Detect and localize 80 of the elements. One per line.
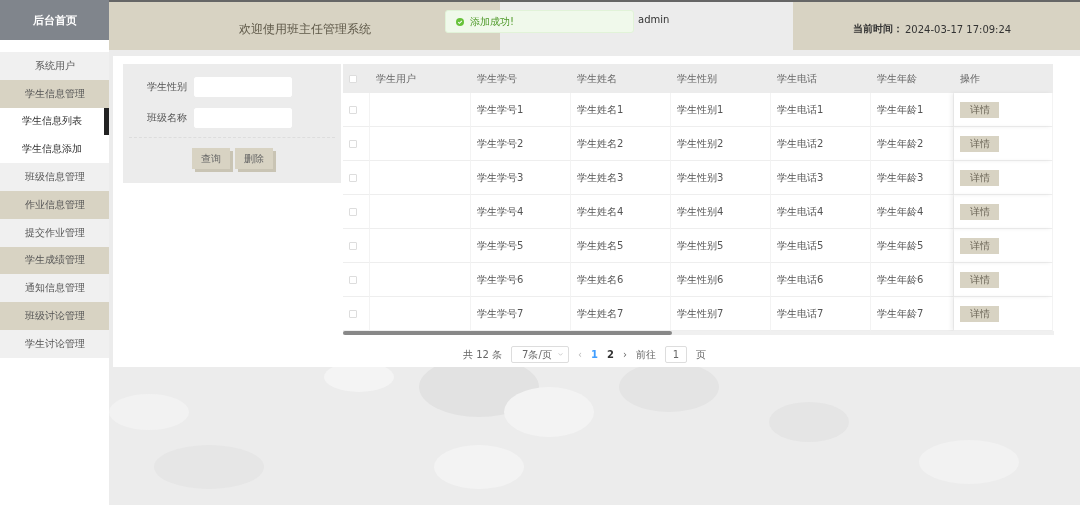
- checkbox[interactable]: [349, 74, 357, 83]
- table-cell: 学生学号5: [471, 229, 571, 263]
- total-count: 共 12 条: [463, 347, 503, 362]
- table-cell: 学生姓名3: [571, 161, 671, 195]
- column-header: 学生年龄: [871, 64, 954, 93]
- menu-item[interactable]: 提交作业管理: [0, 218, 109, 247]
- table-cell: 学生电话6: [771, 263, 871, 297]
- checkbox[interactable]: [349, 139, 357, 148]
- column-header: 学生姓名: [571, 64, 671, 93]
- table-cell: 学生性别3: [671, 161, 771, 195]
- checkbox[interactable]: [349, 105, 357, 114]
- page-suffix: 页: [696, 347, 707, 362]
- checkbox[interactable]: [349, 241, 357, 250]
- detail-button[interactable]: 详情: [960, 169, 999, 186]
- detail-button[interactable]: 详情: [960, 203, 999, 220]
- table-cell: 学生性别1: [671, 93, 771, 127]
- goto-label: 前往: [636, 347, 657, 362]
- table-cell: 学生年龄2: [871, 127, 954, 161]
- checkbox[interactable]: [349, 207, 357, 216]
- table-cell: 学生姓名2: [571, 127, 671, 161]
- column-header: 学生用户: [370, 64, 471, 93]
- table-cell: 学生学号4: [471, 195, 571, 229]
- table-cell: 学生性别5: [671, 229, 771, 263]
- column-header: 学生性别: [671, 64, 771, 93]
- page-number[interactable]: 1: [591, 349, 599, 360]
- detail-button[interactable]: 详情: [960, 237, 999, 254]
- table-cell: 学生性别4: [671, 195, 771, 229]
- table-cell: 学生性别2: [671, 127, 771, 161]
- table-cell: 学生姓名5: [571, 229, 671, 263]
- checkbox[interactable]: [349, 173, 357, 182]
- toast-message: 添加成功!: [470, 14, 514, 29]
- sidebar-title[interactable]: 后台首页: [0, 0, 109, 40]
- next-page-button[interactable]: ›: [623, 349, 628, 360]
- table-cell: 学生电话4: [771, 195, 871, 229]
- menu-item[interactable]: 班级讨论管理: [0, 302, 109, 330]
- table-cell: 学生学号6: [471, 263, 571, 297]
- delete-button[interactable]: 删除: [234, 148, 273, 169]
- username[interactable]: admin: [638, 14, 670, 25]
- column-header: 学生电话: [771, 64, 871, 93]
- table-cell: 学生性别6: [671, 263, 771, 297]
- menu-item[interactable]: 学生信息管理: [0, 79, 109, 108]
- table-cell: 学生学号1: [471, 93, 571, 127]
- search-button[interactable]: 查询: [191, 148, 230, 169]
- column-header: 操作: [954, 64, 1053, 93]
- table-cell: 学生年龄3: [871, 161, 954, 195]
- table-cell: 学生电话5: [771, 229, 871, 263]
- menu-item[interactable]: 通知信息管理: [0, 274, 109, 303]
- time-label: 当前时间：: [853, 22, 903, 36]
- table-cell: 学生年龄6: [871, 263, 954, 297]
- menu-item[interactable]: 学生讨论管理: [0, 329, 109, 358]
- table-cell: 学生电话1: [771, 93, 871, 127]
- table-cell: 学生学号3: [471, 161, 571, 195]
- table-cell: 学生姓名6: [571, 263, 671, 297]
- field-label: 班级名称: [146, 110, 187, 125]
- menu-item[interactable]: 学生成绩管理: [0, 246, 109, 275]
- table-cell: 学生电话3: [771, 161, 871, 195]
- table-cell: 学生电话2: [771, 127, 871, 161]
- menu-item[interactable]: 班级信息管理: [0, 163, 109, 191]
- scrollbar-thumb[interactable]: [343, 331, 672, 335]
- menu-item[interactable]: 作业信息管理: [0, 191, 109, 219]
- column-header: 学生学号: [471, 64, 571, 93]
- current-time: 2024-03-17 17:09:24: [905, 23, 1012, 35]
- page-size-select[interactable]: 7条/页: [511, 346, 570, 363]
- detail-button[interactable]: 详情: [960, 101, 999, 118]
- table-cell: 学生年龄1: [871, 93, 954, 127]
- detail-button[interactable]: 详情: [960, 271, 999, 288]
- checkbox[interactable]: [349, 275, 357, 284]
- detail-button[interactable]: 详情: [960, 305, 999, 322]
- detail-button[interactable]: 详情: [960, 135, 999, 152]
- table-cell: 学生年龄5: [871, 229, 954, 263]
- page-number[interactable]: 2: [607, 349, 615, 360]
- table-cell: 学生姓名4: [571, 195, 671, 229]
- table-cell: 学生学号2: [471, 127, 571, 161]
- menu-item[interactable]: 系统用户: [0, 52, 109, 80]
- table-cell: 学生年龄4: [871, 195, 954, 229]
- check-circle-icon: [456, 17, 464, 26]
- checkbox[interactable]: [349, 309, 357, 318]
- field-label: 学生性别: [146, 79, 187, 94]
- page-input[interactable]: 1: [665, 346, 688, 363]
- table-cell: 学生姓名1: [571, 93, 671, 127]
